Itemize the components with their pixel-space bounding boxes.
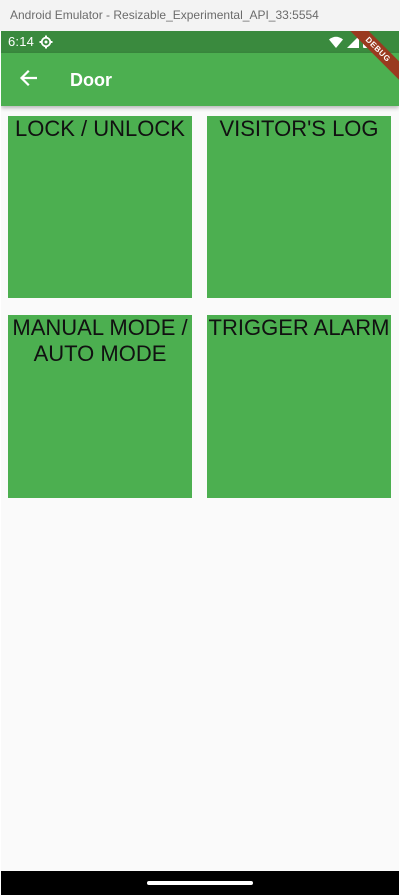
wifi-icon — [329, 36, 343, 51]
navigation-bar — [1, 871, 399, 895]
page-title: Door — [70, 70, 112, 90]
home-gesture-handle[interactable] — [147, 881, 253, 885]
settings-gear-icon — [39, 35, 53, 52]
tile-label: TRIGGER ALARM — [208, 315, 390, 340]
status-time: 6:14 — [8, 34, 35, 49]
tile-label: VISITOR'S LOG — [219, 116, 379, 141]
app-bar: Door — [1, 53, 399, 106]
phone-screen: 6:14 Door DEBUG LOCK / UNLOCK VISITOR'S … — [1, 31, 399, 895]
arrow-back-icon — [19, 69, 38, 92]
lock-unlock-tile[interactable]: LOCK / UNLOCK — [8, 116, 192, 298]
trigger-alarm-tile[interactable]: TRIGGER ALARM — [207, 315, 391, 498]
back-button[interactable] — [15, 67, 41, 93]
emulator-window-title: Android Emulator - Resizable_Experimenta… — [0, 0, 400, 31]
tile-label: LOCK / UNLOCK — [15, 116, 185, 141]
status-bar: 6:14 — [1, 31, 399, 53]
visitors-log-tile[interactable]: VISITOR'S LOG — [207, 116, 391, 298]
tile-label: MANUAL MODE / AUTO MODE — [12, 315, 188, 366]
manual-auto-mode-tile[interactable]: MANUAL MODE / AUTO MODE — [8, 315, 192, 498]
